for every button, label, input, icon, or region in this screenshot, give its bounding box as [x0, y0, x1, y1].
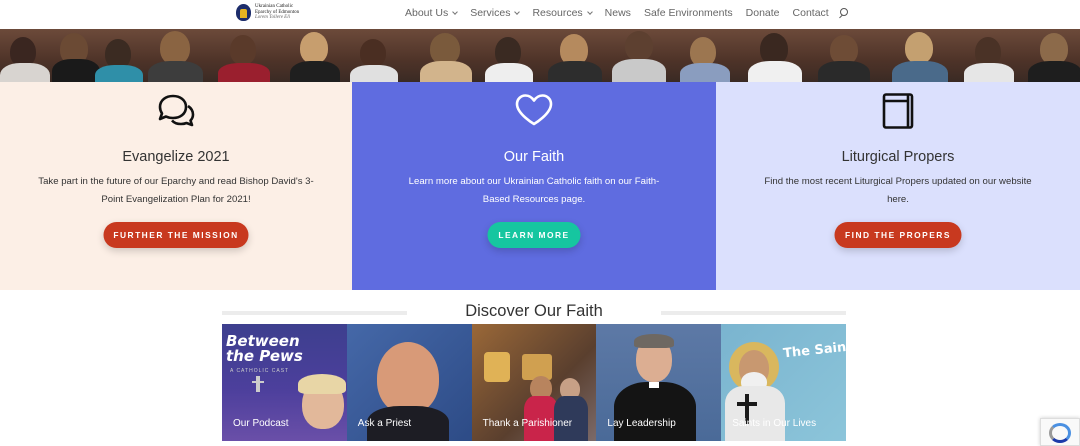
- further-the-mission-button[interactable]: FURTHER THE MISSION: [103, 222, 249, 248]
- nav-label: Safe Environments: [643, 7, 733, 19]
- nav-donate[interactable]: Donate: [746, 7, 780, 19]
- logo-line-3: Lorem Tollere Eli: [255, 15, 291, 21]
- nav-label: Donate: [745, 7, 780, 19]
- cross-icon: [252, 376, 264, 392]
- nav-label: Services: [470, 7, 511, 19]
- icon-art: [483, 352, 510, 382]
- tile-ask-a-priest[interactable]: Ask a Priest: [346, 324, 472, 441]
- chevron-down-icon: [452, 8, 459, 15]
- feature-title: Liturgical Propers: [841, 149, 955, 165]
- tile-lay-leadership[interactable]: Lay Leadership: [596, 324, 722, 441]
- nav-news[interactable]: News: [605, 7, 631, 19]
- clothing: [614, 382, 697, 441]
- nav-services[interactable]: Services: [470, 7, 521, 19]
- nav-label: About Us: [405, 7, 449, 19]
- person-photo: [376, 342, 439, 414]
- chat-bubbles-icon: [158, 94, 195, 127]
- feature-our-faith: Our Faith Learn more about our Ukrainian…: [352, 82, 716, 290]
- cross-icon: [737, 402, 758, 406]
- tile-our-podcast[interactable]: Between the Pews A CATHOLIC CAST Our Pod…: [222, 324, 347, 441]
- collar: [649, 382, 660, 388]
- eparchy-crest-icon: [236, 4, 251, 21]
- feature-description: Learn more about our Ukrainian Catholic …: [408, 176, 660, 205]
- nav-label: News: [604, 7, 631, 19]
- section-title: Discover Our Faith: [465, 302, 603, 320]
- hero-banner-image: [0, 29, 1080, 82]
- feature-evangelize: Evangelize 2021 Take part in the future …: [0, 82, 352, 290]
- book-icon: [882, 93, 914, 129]
- logo-text: Ukrainian Catholic Eparchy of Edmonton L…: [255, 4, 307, 21]
- feature-description: Take part in the future of our Eparchy a…: [38, 176, 314, 205]
- nav-about-us[interactable]: About Us: [405, 7, 459, 19]
- chevron-down-icon: [514, 8, 521, 15]
- find-the-propers-button[interactable]: FIND THE PROPERS: [834, 222, 962, 248]
- nav-label: Resources: [532, 7, 583, 19]
- recaptcha-badge[interactable]: [1040, 418, 1080, 446]
- hair: [634, 334, 675, 348]
- vestment: [725, 386, 786, 441]
- feature-title: Evangelize 2021: [122, 149, 230, 165]
- tile-saints-in-our-lives[interactable]: The Saints i Saints in Our Lives: [721, 324, 846, 441]
- tile-label: Thank a Parishioner: [482, 418, 573, 429]
- nav-safe-environments[interactable]: Safe Environments: [644, 7, 733, 19]
- nav-contact[interactable]: Contact: [793, 7, 829, 19]
- site-logo[interactable]: Ukrainian Catholic Eparchy of Edmonton L…: [236, 4, 307, 21]
- tile-label: Lay Leadership: [607, 418, 676, 429]
- podcast-art-title: Between the Pews: [226, 332, 303, 365]
- nav-label: Contact: [792, 7, 829, 19]
- hair: [298, 374, 346, 394]
- tile-label: Ask a Priest: [357, 418, 412, 429]
- feature-title: Our Faith: [503, 149, 565, 165]
- feature-liturgical-propers: Liturgical Propers Find the most recent …: [716, 82, 1080, 290]
- heart-icon: [515, 94, 553, 126]
- learn-more-button[interactable]: LEARN MORE: [487, 222, 581, 248]
- podcast-art-subtitle: A CATHOLIC CAST: [230, 368, 290, 374]
- main-nav: About Us Services Resources News Safe En…: [405, 7, 849, 19]
- tile-thank-a-parishioner[interactable]: Thank a Parishioner: [471, 324, 597, 441]
- discover-section-heading: Discover Our Faith: [222, 300, 846, 322]
- recaptcha-icon: [1049, 423, 1071, 443]
- chevron-down-icon: [586, 8, 593, 15]
- tile-label: Our Podcast: [233, 418, 289, 429]
- site-header: Ukrainian Catholic Eparchy of Edmonton L…: [0, 0, 1080, 29]
- feature-description: Find the most recent Liturgical Propers …: [764, 176, 1032, 205]
- search-icon[interactable]: [838, 7, 849, 19]
- discover-tiles: Between the Pews A CATHOLIC CAST Our Pod…: [222, 324, 846, 441]
- tile-label: Saints in Our Lives: [732, 418, 817, 429]
- nav-resources[interactable]: Resources: [532, 7, 593, 19]
- saints-art-title: The Saints i: [782, 338, 846, 362]
